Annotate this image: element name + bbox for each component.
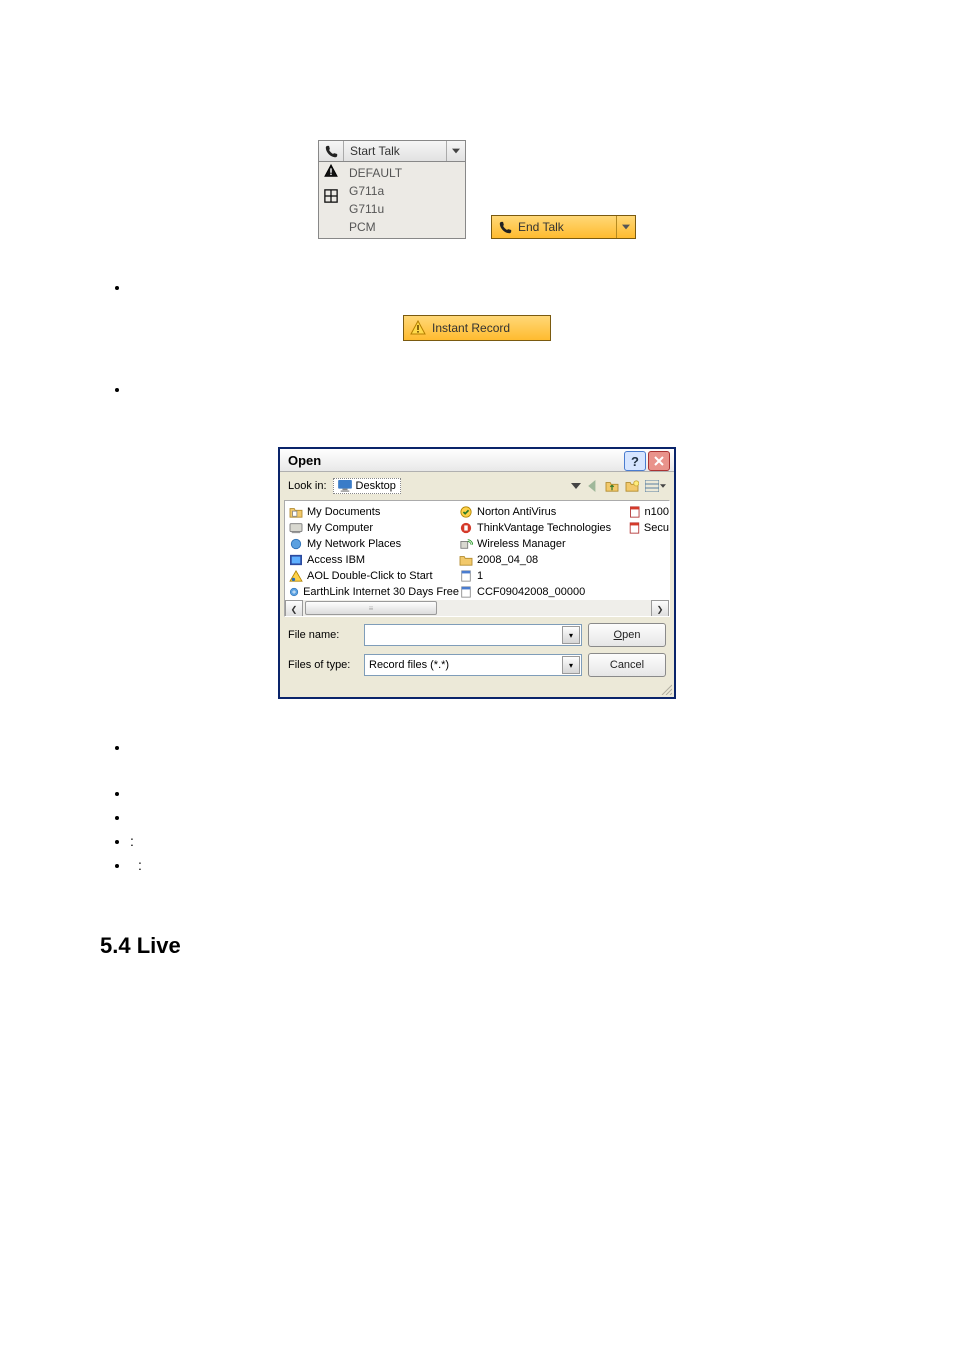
scroll-thumb[interactable]: ≡ xyxy=(305,601,437,615)
file-list[interactable]: My Documents My Computer My Network Plac… xyxy=(284,500,670,617)
open-button-label: pen xyxy=(622,629,640,641)
file-item[interactable]: Wireless Manager xyxy=(459,536,629,552)
file-item[interactable]: ThinkVantage Technologies xyxy=(459,520,629,536)
open-dialog: Open ? Look in: Desktop xyxy=(278,447,676,699)
start-talk-label: Start Talk xyxy=(344,144,446,158)
desktop-icon xyxy=(338,480,352,492)
codec-option[interactable]: G711u xyxy=(349,200,465,218)
scroll-right-icon[interactable]: ❯ xyxy=(651,600,669,617)
section-heading: 5.4 Live xyxy=(100,933,854,959)
bullet-item xyxy=(130,809,854,825)
lookin-value: Desktop xyxy=(356,480,396,492)
filetype-label: Files of type: xyxy=(288,659,358,671)
filetype-select[interactable]: Record files (*.*) ▾ xyxy=(364,654,582,676)
instant-record-label: Instant Record xyxy=(432,321,550,335)
file-item[interactable]: 1 xyxy=(459,568,629,584)
start-talk-dropdown[interactable]: Start Talk DEFAULT G711a G711u xyxy=(318,140,466,239)
file-item[interactable]: My Documents xyxy=(289,504,459,520)
file-item[interactable]: Secu xyxy=(629,520,669,536)
bullet-item xyxy=(130,785,854,801)
horizontal-scrollbar[interactable]: ❮ ≡ ❯ xyxy=(285,600,669,616)
lookin-combo[interactable]: Desktop xyxy=(333,478,401,494)
back-icon[interactable] xyxy=(587,480,599,492)
filename-input[interactable]: ▾ xyxy=(364,624,582,646)
warning-icon xyxy=(404,320,432,336)
codec-option[interactable]: DEFAULT xyxy=(349,164,465,182)
codec-option[interactable]: G711a xyxy=(349,182,465,200)
bullet-item: : xyxy=(130,833,854,849)
phone-icon xyxy=(319,141,344,161)
chevron-down-icon[interactable]: ▾ xyxy=(562,656,580,674)
filetype-value: Record files (*.*) xyxy=(369,659,449,671)
close-icon[interactable] xyxy=(648,451,670,471)
file-item[interactable]: CCF09042008_00000 xyxy=(459,584,629,600)
bullet-item xyxy=(130,279,854,295)
file-item[interactable]: EarthLink Internet 30 Days Free xyxy=(289,584,459,600)
file-item[interactable]: 2008_04_08 xyxy=(459,552,629,568)
cancel-button[interactable]: Cancel xyxy=(588,653,666,677)
start-talk-header[interactable]: Start Talk xyxy=(318,140,466,162)
file-item[interactable]: My Computer xyxy=(289,520,459,536)
lookin-label: Look in: xyxy=(288,480,327,492)
file-item[interactable]: My Network Places xyxy=(289,536,459,552)
grid-icon xyxy=(324,189,338,206)
end-talk-button[interactable]: End Talk xyxy=(491,215,636,239)
cancel-button-label: Cancel xyxy=(610,659,644,671)
chevron-down-icon[interactable] xyxy=(446,141,465,161)
new-folder-icon[interactable] xyxy=(625,480,639,492)
open-button[interactable]: Open xyxy=(588,623,666,647)
bullet-item xyxy=(130,381,854,397)
end-talk-label: End Talk xyxy=(518,220,616,234)
views-icon[interactable] xyxy=(645,480,666,492)
file-item[interactable]: Norton AntiVirus xyxy=(459,504,629,520)
up-folder-icon[interactable] xyxy=(605,480,619,492)
phone-icon xyxy=(492,221,518,234)
start-talk-options: DEFAULT G711a G711u PCM xyxy=(318,162,466,239)
warning-icon xyxy=(324,164,338,181)
help-icon[interactable]: ? xyxy=(624,451,646,471)
codec-option[interactable]: PCM xyxy=(349,218,465,236)
chevron-down-icon[interactable] xyxy=(571,481,581,491)
bullet-item: : xyxy=(130,857,854,873)
bullet-item xyxy=(130,739,854,755)
dialog-titlebar: Open ? xyxy=(280,449,674,472)
chevron-down-icon[interactable] xyxy=(616,216,635,238)
dialog-title: Open xyxy=(288,453,321,468)
filename-label: File name: xyxy=(288,629,358,641)
resize-grip-icon[interactable] xyxy=(280,683,674,697)
file-item[interactable]: n100 xyxy=(629,504,669,520)
instant-record-button[interactable]: Instant Record xyxy=(403,315,551,341)
file-item[interactable]: Access IBM xyxy=(289,552,459,568)
scroll-left-icon[interactable]: ❮ xyxy=(285,600,303,617)
file-item[interactable]: AOL Double-Click to Start xyxy=(289,568,459,584)
chevron-down-icon[interactable]: ▾ xyxy=(562,626,580,644)
